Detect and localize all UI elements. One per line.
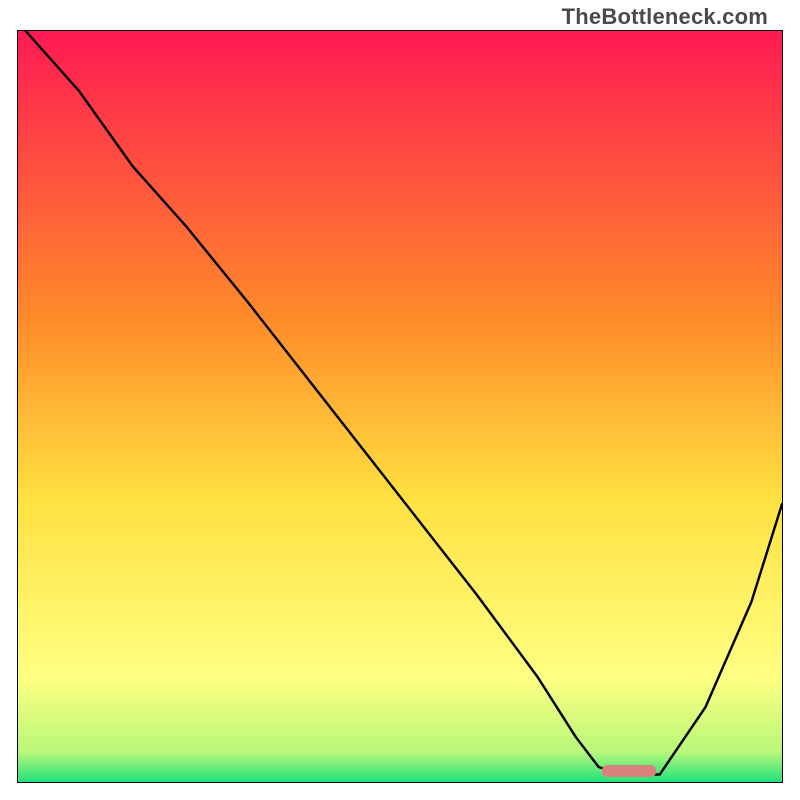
chart-page: TheBottleneck.com — [0, 0, 800, 800]
bottleneck-curve — [26, 31, 782, 774]
watermark-text: TheBottleneck.com — [562, 4, 768, 30]
optimum-marker — [602, 765, 655, 777]
plot-area — [17, 30, 783, 783]
curve-layer — [18, 31, 782, 782]
